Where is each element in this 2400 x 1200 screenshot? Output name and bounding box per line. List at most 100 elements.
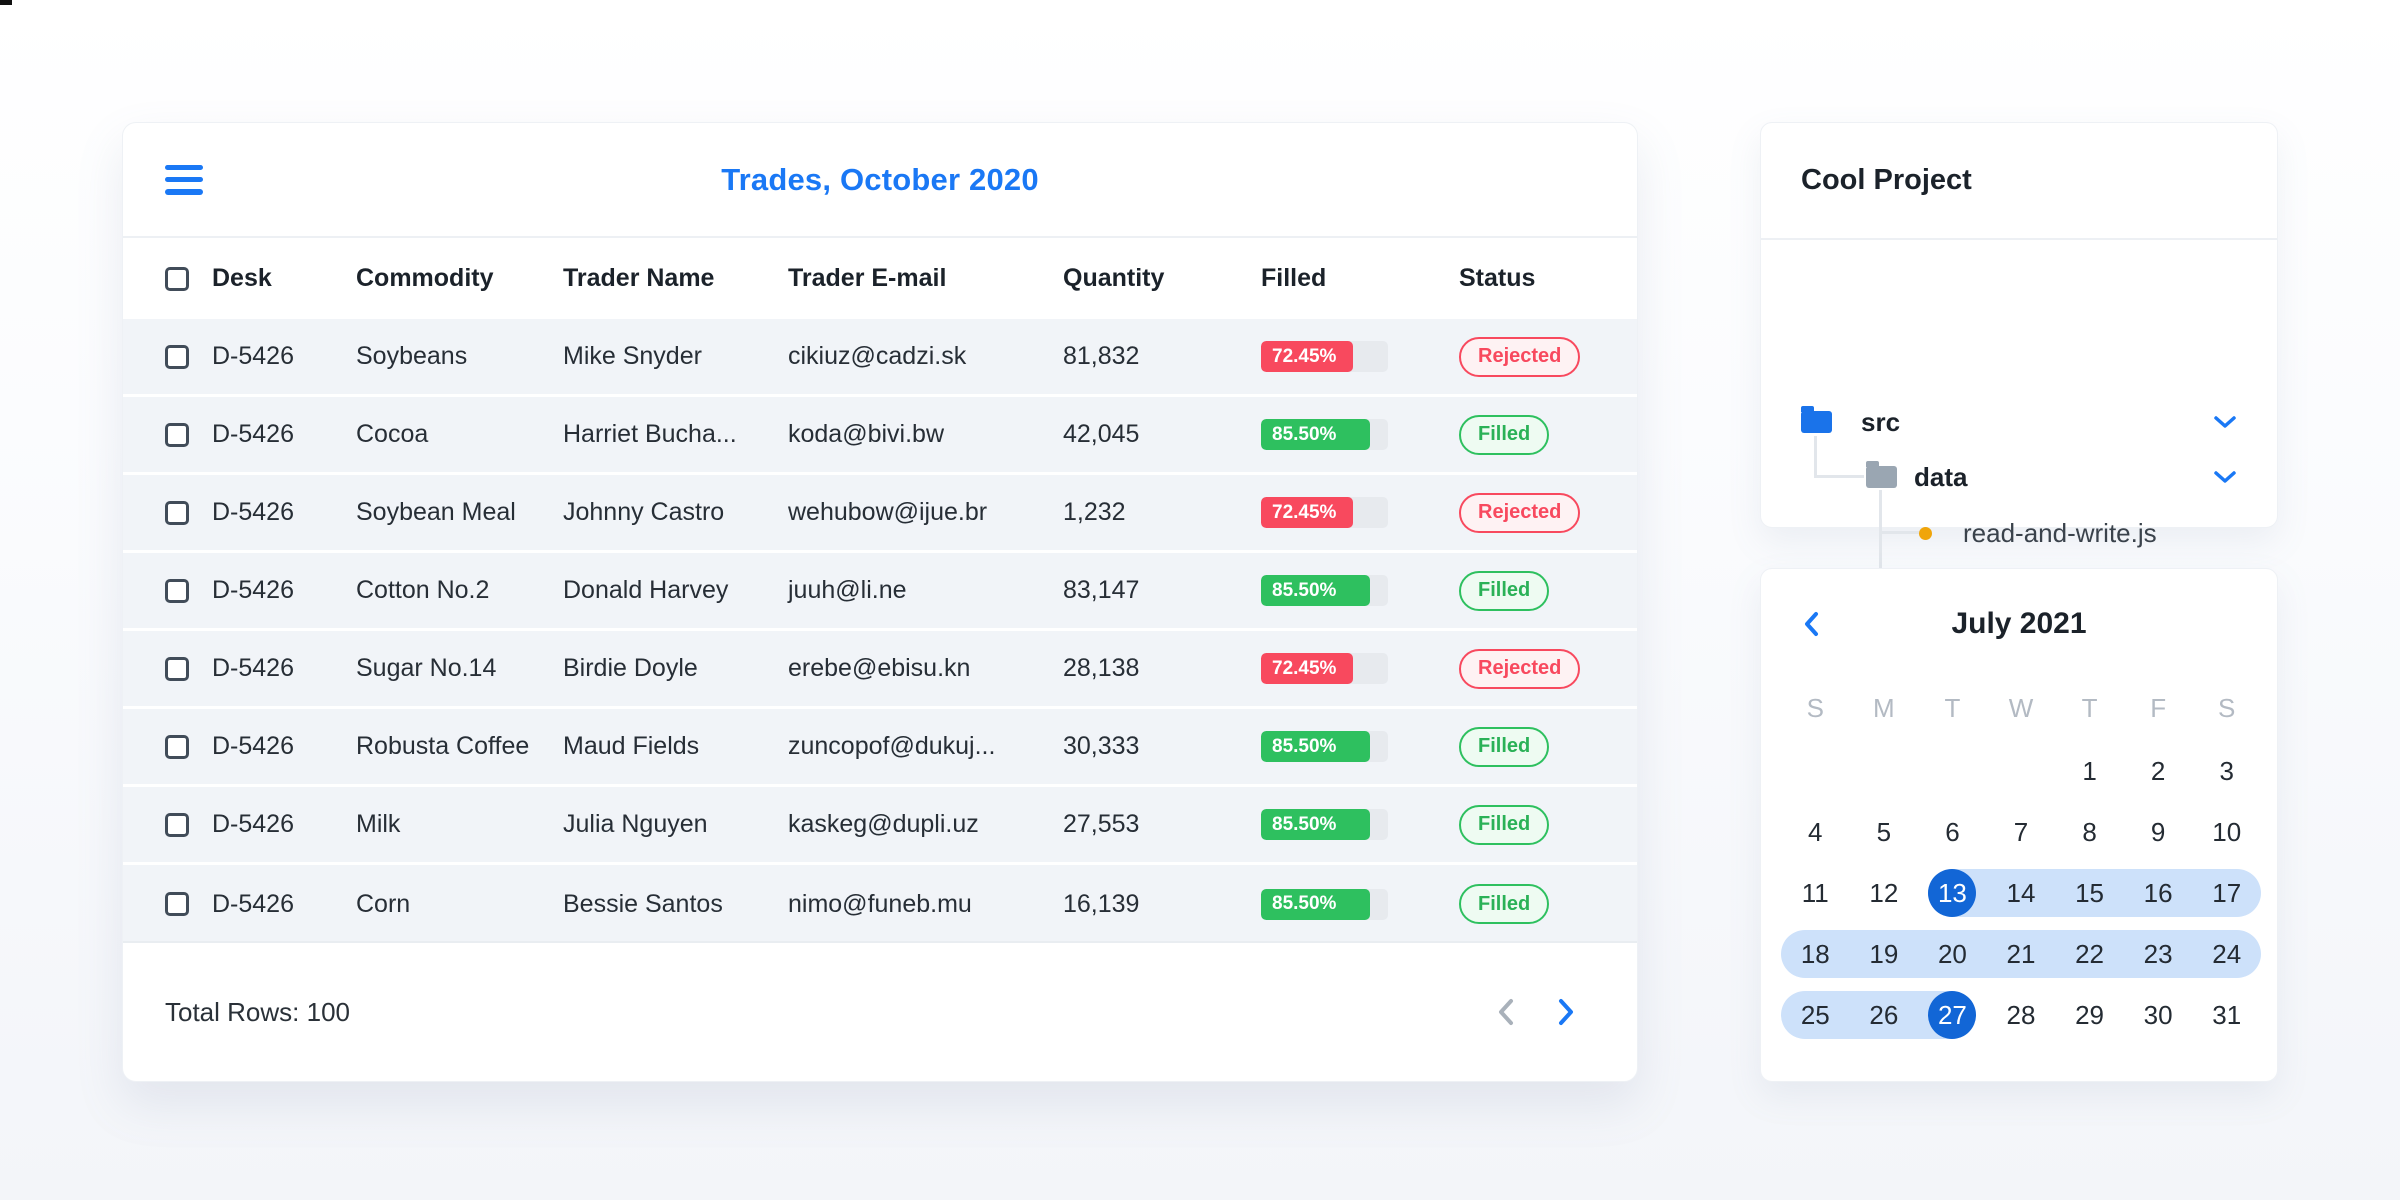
progress-fill: 72.45% <box>1261 341 1353 372</box>
file-dot-icon <box>1919 526 1932 540</box>
calendar-day[interactable]: 24 <box>2192 930 2261 978</box>
calendar-day[interactable]: 22 <box>2055 930 2124 978</box>
row-checkbox[interactable] <box>165 344 189 369</box>
cell-filled: 72.45% <box>1261 341 1459 372</box>
calendar-day[interactable]: 11 <box>1781 869 1850 917</box>
calendar-day[interactable]: 8 <box>2055 808 2124 856</box>
calendar-day[interactable]: 28 <box>1987 991 2056 1039</box>
calendar-weekday-row: SMTWTFS <box>1781 693 2261 724</box>
cell-trader: Birdie Doyle <box>563 654 698 682</box>
calendar-day[interactable]: 14 <box>1987 869 2056 917</box>
calendar-day[interactable]: 16 <box>2124 869 2193 917</box>
calendar-day[interactable]: 23 <box>2124 930 2193 978</box>
column-header-quantity: Quantity <box>1063 264 1165 292</box>
chevron-down-icon[interactable] <box>2213 470 2237 484</box>
weekday-label: T <box>2081 693 2098 723</box>
progress-fill: 85.50% <box>1261 731 1370 762</box>
cell-status: Rejected <box>1459 492 1595 533</box>
column-header-commodity: Commodity <box>356 264 494 292</box>
row-checkbox-cell <box>165 892 212 916</box>
cell-quantity: 83,147 <box>1063 576 1140 604</box>
calendar-day[interactable]: 2 <box>2124 747 2193 795</box>
calendar-day[interactable]: 18 <box>1781 930 1850 978</box>
tree-node-src[interactable]: src <box>1801 400 2277 444</box>
column-header-status: Status <box>1459 264 1536 292</box>
file-tree: src data read-and-write.js authenticatio… <box>1761 240 2277 604</box>
row-checkbox[interactable] <box>165 578 189 603</box>
cell-desk: D-5426 <box>212 654 294 682</box>
cell-email: juuh@li.ne <box>788 576 907 604</box>
cell-quantity: 30,333 <box>1063 732 1140 760</box>
calendar-day[interactable]: 7 <box>1987 808 2056 856</box>
calendar-day[interactable]: 27 <box>1918 991 1987 1039</box>
row-checkbox[interactable] <box>165 892 189 916</box>
calendar-day[interactable]: 1 <box>2055 747 2124 795</box>
progress-fill: 72.45% <box>1261 653 1353 684</box>
tree-node-data[interactable]: data <box>1866 455 2277 499</box>
folder-icon-src <box>1801 406 1832 433</box>
calendar-day[interactable]: 15 <box>2055 869 2124 917</box>
row-checkbox[interactable] <box>165 656 189 681</box>
cell-quantity: 16,139 <box>1063 889 1140 918</box>
cell-email: wehubow@ijue.br <box>788 498 988 526</box>
cell-filled: 85.50% <box>1261 809 1459 840</box>
chevron-down-icon[interactable] <box>2213 415 2237 429</box>
progress-percent-label: 85.50% <box>1272 893 1337 914</box>
calendar-day[interactable]: 3 <box>2192 747 2261 795</box>
prev-page-button[interactable] <box>1493 993 1519 1031</box>
cell-trader: Bessie Santos <box>563 889 723 918</box>
project-title: Cool Project <box>1801 164 1972 196</box>
weekday-label: M <box>1873 693 1895 723</box>
calendar-day[interactable]: 20 <box>1918 930 1987 978</box>
calendar-day[interactable]: 25 <box>1781 991 1850 1039</box>
table-row: D-5426 Milk Julia Nguyen kaskeg@dupli.uz 27,… <box>123 787 1637 865</box>
weekday-label: S <box>2218 693 2236 723</box>
calendar-day[interactable]: 21 <box>1987 930 2056 978</box>
calendar-day[interactable]: 13 <box>1918 869 1987 917</box>
calendar-day[interactable]: 4 <box>1781 808 1850 856</box>
calendar-week-row: 25 26 27 28 29 30 31 <box>1781 991 2261 1039</box>
calendar-day[interactable]: 6 <box>1918 808 1987 856</box>
cell-status: Filled <box>1459 726 1595 767</box>
row-checkbox[interactable] <box>165 734 189 759</box>
cell-trader: Maud Fields <box>563 732 700 760</box>
next-page-button[interactable] <box>1553 993 1579 1031</box>
row-checkbox[interactable] <box>165 500 189 525</box>
row-checkbox[interactable] <box>165 422 189 447</box>
calendar-header: July 2021 <box>1761 569 2277 679</box>
tree-file-read-and-write[interactable]: read-and-write.js <box>1919 511 2277 555</box>
calendar-day[interactable]: 17 <box>2192 869 2261 917</box>
cell-commodity: Sugar No.14 <box>356 654 497 682</box>
calendar-day[interactable]: 19 <box>1850 930 1919 978</box>
cell-commodity: Corn <box>356 889 411 918</box>
calendar-empty-cell <box>1781 747 1850 795</box>
progress-fill: 85.50% <box>1261 888 1370 920</box>
cell-desk: D-5426 <box>212 576 294 604</box>
cell-commodity: Milk <box>356 810 401 838</box>
cell-email: zuncopof@dukuj... <box>788 732 996 760</box>
calendar-day[interactable]: 26 <box>1850 991 1919 1039</box>
menu-icon[interactable] <box>165 164 203 195</box>
table-header-row: Desk Commodity Trader Name Trader E-mail… <box>123 238 1637 319</box>
folder-icon-data <box>1866 461 1897 488</box>
table-row: D-5426 Soybeans Mike Snyder cikiuz@cadzi.sk… <box>123 319 1637 397</box>
prev-month-button[interactable] <box>1799 607 1823 641</box>
calendar-day[interactable]: 12 <box>1850 869 1919 917</box>
calendar-day[interactable]: 9 <box>2124 808 2193 856</box>
progress-percent-label: 72.45% <box>1272 657 1337 679</box>
calendar-day[interactable]: 10 <box>2192 808 2261 856</box>
calendar-day[interactable]: 31 <box>2192 991 2261 1039</box>
select-all-checkbox[interactable] <box>165 266 189 291</box>
calendar-day[interactable]: 5 <box>1850 808 1919 856</box>
pagination <box>1493 993 1579 1031</box>
cell-filled: 85.50% <box>1261 731 1459 762</box>
cell-email: cikiuz@cadzi.sk <box>788 342 967 370</box>
row-checkbox-cell <box>165 500 212 525</box>
calendar-day[interactable]: 30 <box>2124 991 2193 1039</box>
calendar-day[interactable]: 29 <box>2055 991 2124 1039</box>
column-header-email: Trader E-mail <box>788 264 947 292</box>
cell-commodity: Soybeans <box>356 342 468 370</box>
row-checkbox[interactable] <box>165 812 189 837</box>
tree-connector <box>1879 531 1919 534</box>
cell-quantity: 81,832 <box>1063 342 1140 370</box>
